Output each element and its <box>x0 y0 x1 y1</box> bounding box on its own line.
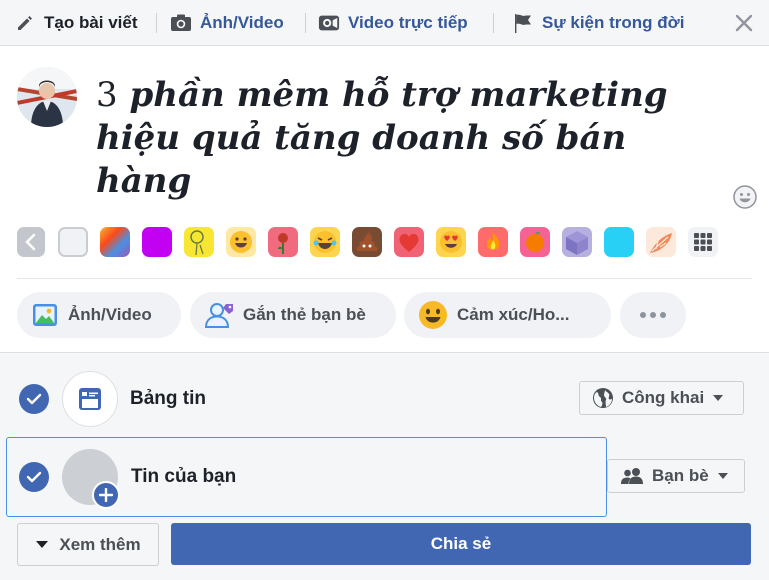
more-options-button[interactable] <box>620 292 686 338</box>
caret-down-icon <box>36 541 49 548</box>
background-cyan[interactable] <box>604 227 634 257</box>
tag-friends-icon <box>204 303 233 328</box>
tab-separator <box>493 13 494 33</box>
live-video-icon <box>318 12 340 34</box>
background-colorful-wave[interactable] <box>100 227 130 257</box>
tab-photo-video-label: Ảnh/Video <box>200 13 284 32</box>
background-purple[interactable] <box>142 227 172 257</box>
emoji-picker-button[interactable] <box>733 185 757 209</box>
poop-emoji-icon <box>356 232 378 251</box>
fire-icon <box>486 232 500 250</box>
tab-life-event[interactable]: Sự kiện trong đời <box>512 0 684 46</box>
background-purple-cube[interactable] <box>562 227 592 257</box>
story-audience-label: Bạn bè <box>652 466 709 485</box>
laughing-emoji-icon <box>313 231 337 253</box>
story-audience-selector[interactable]: Bạn bè <box>607 459 745 493</box>
flag-icon <box>512 12 534 34</box>
grid-icon <box>694 233 712 251</box>
feed-audience-selector[interactable]: Công khai <box>579 381 744 415</box>
post-text: phần mêm hỗ trợ marketing hiệu quả tăng … <box>96 75 668 201</box>
cube-icon <box>566 231 588 255</box>
news-feed-icon <box>79 388 101 410</box>
tab-separator <box>305 13 306 33</box>
tag-friends-button[interactable]: Gắn thẻ bạn bè <box>190 292 396 338</box>
close-button[interactable] <box>733 12 755 34</box>
heart-icon <box>399 233 419 252</box>
background-laughing-emoji[interactable] <box>310 227 340 257</box>
pencil-icon <box>14 12 36 34</box>
orange-fruit-icon <box>526 232 544 252</box>
see-more-label: Xem thêm <box>59 534 141 554</box>
share-button[interactable]: Chia sẻ <box>171 523 751 565</box>
background-yellow-balloon[interactable] <box>184 227 214 257</box>
chevron-left-icon <box>25 233 36 251</box>
smile-emoji-icon <box>230 231 252 253</box>
add-photo-video-button[interactable]: Ảnh/Video <box>17 292 181 338</box>
heart-eyes-emoji-icon <box>440 231 462 253</box>
background-fire[interactable] <box>478 227 508 257</box>
background-rose[interactable] <box>268 227 298 257</box>
background-poop-emoji[interactable] <box>352 227 382 257</box>
post-number: 3 <box>96 75 118 115</box>
background-heart-eyes-emoji[interactable] <box>436 227 466 257</box>
more-dots-icon <box>640 312 666 318</box>
tab-separator <box>156 13 157 33</box>
news-feed-icon-circle <box>62 371 118 427</box>
post-text-input[interactable]: 3 phần mêm hỗ trợ marketing hiệu quả tăn… <box>96 74 676 203</box>
background-back-button[interactable] <box>17 227 45 257</box>
feed-audience-label: Công khai <box>622 388 705 407</box>
your-story-checkbox[interactable] <box>19 462 49 492</box>
feeling-smiley-icon <box>419 301 447 329</box>
add-photo-video-label: Ảnh/Video <box>68 305 152 324</box>
plus-icon <box>99 488 113 502</box>
news-feed-checkbox[interactable] <box>19 384 49 414</box>
caret-down-icon <box>717 473 728 479</box>
camera-icon <box>170 12 192 34</box>
checkmark-icon <box>26 393 42 405</box>
user-avatar[interactable] <box>17 67 77 127</box>
background-plain-white[interactable] <box>58 227 88 257</box>
feeling-activity-button[interactable]: Cảm xúc/Ho... <box>404 292 611 338</box>
balloon-icon <box>190 230 204 256</box>
smiley-icon <box>733 185 757 209</box>
friends-icon <box>621 468 643 484</box>
add-story-badge[interactable] <box>92 481 120 509</box>
photo-icon <box>33 304 57 326</box>
tab-live-video-label: Video trực tiếp <box>348 13 468 32</box>
rose-icon <box>278 233 288 254</box>
tab-create-post-label: Tạo bài viết <box>44 13 138 32</box>
background-orange-fruit[interactable] <box>520 227 550 257</box>
background-more-grid[interactable] <box>688 227 718 257</box>
background-smile-emoji[interactable] <box>226 227 256 257</box>
tag-friends-label: Gắn thẻ bạn bè <box>243 305 366 324</box>
tab-create-post[interactable]: Tạo bài viết <box>14 0 138 46</box>
tab-photo-video[interactable]: Ảnh/Video <box>170 0 284 46</box>
background-peach-leaf[interactable] <box>646 227 676 257</box>
news-feed-label: Bảng tin <box>130 388 206 409</box>
feeling-activity-label: Cảm xúc/Ho... <box>457 305 570 324</box>
section-divider <box>17 278 752 279</box>
your-story-label: Tin của bạn <box>131 466 237 487</box>
close-icon <box>735 14 753 32</box>
share-button-label: Chia sẻ <box>430 534 492 553</box>
checkmark-icon <box>26 471 42 483</box>
globe-icon <box>593 388 613 408</box>
caret-down-icon <box>713 395 724 401</box>
background-red-heart[interactable] <box>394 227 424 257</box>
see-more-button[interactable]: Xem thêm <box>17 523 159 566</box>
composer-tab-bar: Tạo bài viết Ảnh/Video Video trực tiếp S… <box>0 0 769 46</box>
tab-live-video[interactable]: Video trực tiếp <box>318 0 468 46</box>
tab-life-event-label: Sự kiện trong đời <box>542 13 685 32</box>
leaf-icon <box>650 233 672 253</box>
